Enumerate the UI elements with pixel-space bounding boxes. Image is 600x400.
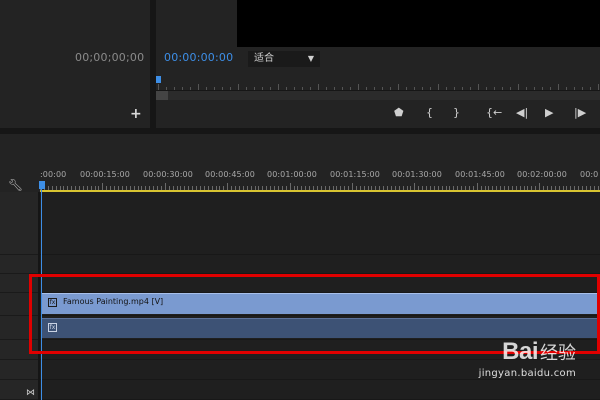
ruler-tick (165, 183, 166, 190)
ruler-tick (227, 183, 228, 190)
zoom-handle-icon[interactable]: ⋈ (26, 388, 35, 398)
program-timecode[interactable]: 00:00:00:00 (164, 51, 233, 64)
watermark-cn: 经验 (540, 343, 576, 364)
timeline-playhead[interactable] (39, 181, 45, 189)
program-playhead[interactable] (156, 76, 161, 83)
ruler-tick (539, 183, 540, 190)
watermark-logo: Bai (502, 338, 538, 365)
track-lane[interactable] (40, 192, 600, 255)
ruler-timecode: 00:01:30:00 (392, 170, 442, 179)
program-time-ruler[interactable] (156, 76, 600, 90)
track-header[interactable] (0, 192, 38, 255)
program-video-preview (237, 0, 600, 47)
ruler-timecode: 00:00:45:00 (205, 170, 255, 179)
fit-dropdown[interactable]: 适合 ▼ (248, 51, 320, 67)
zoom-bar-handle[interactable] (156, 91, 168, 100)
ruler-tick (102, 183, 103, 190)
track-lane[interactable] (40, 380, 600, 400)
chevron-down-icon: ▼ (307, 54, 314, 63)
track-header[interactable] (0, 360, 38, 380)
step-back-icon[interactable]: ◀| (516, 106, 528, 119)
ruler-timecode: 00:02:00:00 (517, 170, 567, 179)
timeline-time-ruler[interactable] (40, 183, 600, 190)
marker-icon[interactable]: ⬟ (394, 106, 404, 119)
step-forward-icon[interactable]: |▶ (574, 106, 586, 119)
track-header[interactable] (0, 255, 38, 274)
ruler-timecode: :00:00 (40, 170, 67, 179)
source-monitor-panel (0, 0, 150, 130)
go-to-in-icon[interactable]: {← (486, 106, 502, 119)
ruler-timecode: 00:01:15:00 (330, 170, 380, 179)
mark-out-icon[interactable]: } (453, 106, 460, 119)
source-timecode: 00;00;00;00 (75, 51, 145, 64)
ruler-timecode: 00:00:15:00 (80, 170, 130, 179)
ruler-tick (352, 183, 353, 190)
ruler-tick (414, 183, 415, 190)
baidu-watermark: Bai 经验 jingyan.baidu.com (479, 338, 576, 379)
play-icon[interactable]: ▶ (545, 106, 553, 119)
watermark-url: jingyan.baidu.com (478, 368, 576, 379)
ruler-timecode: 00:00:30:00 (143, 170, 193, 179)
ruler-timecode: 00:01:00:00 (267, 170, 317, 179)
program-zoom-bar[interactable] (156, 90, 600, 100)
track-lane[interactable] (40, 255, 600, 274)
ruler-tick (477, 183, 478, 190)
ruler-timecode: 00:01:45:00 (455, 170, 505, 179)
mark-in-icon[interactable]: { (426, 106, 433, 119)
fit-dropdown-value: 适合 (254, 53, 274, 64)
ruler-timecode: 00:0 (580, 170, 599, 179)
add-button[interactable]: + (130, 106, 142, 122)
wrench-icon[interactable]: 🔧︎ (8, 178, 23, 192)
ruler-tick (290, 183, 291, 190)
